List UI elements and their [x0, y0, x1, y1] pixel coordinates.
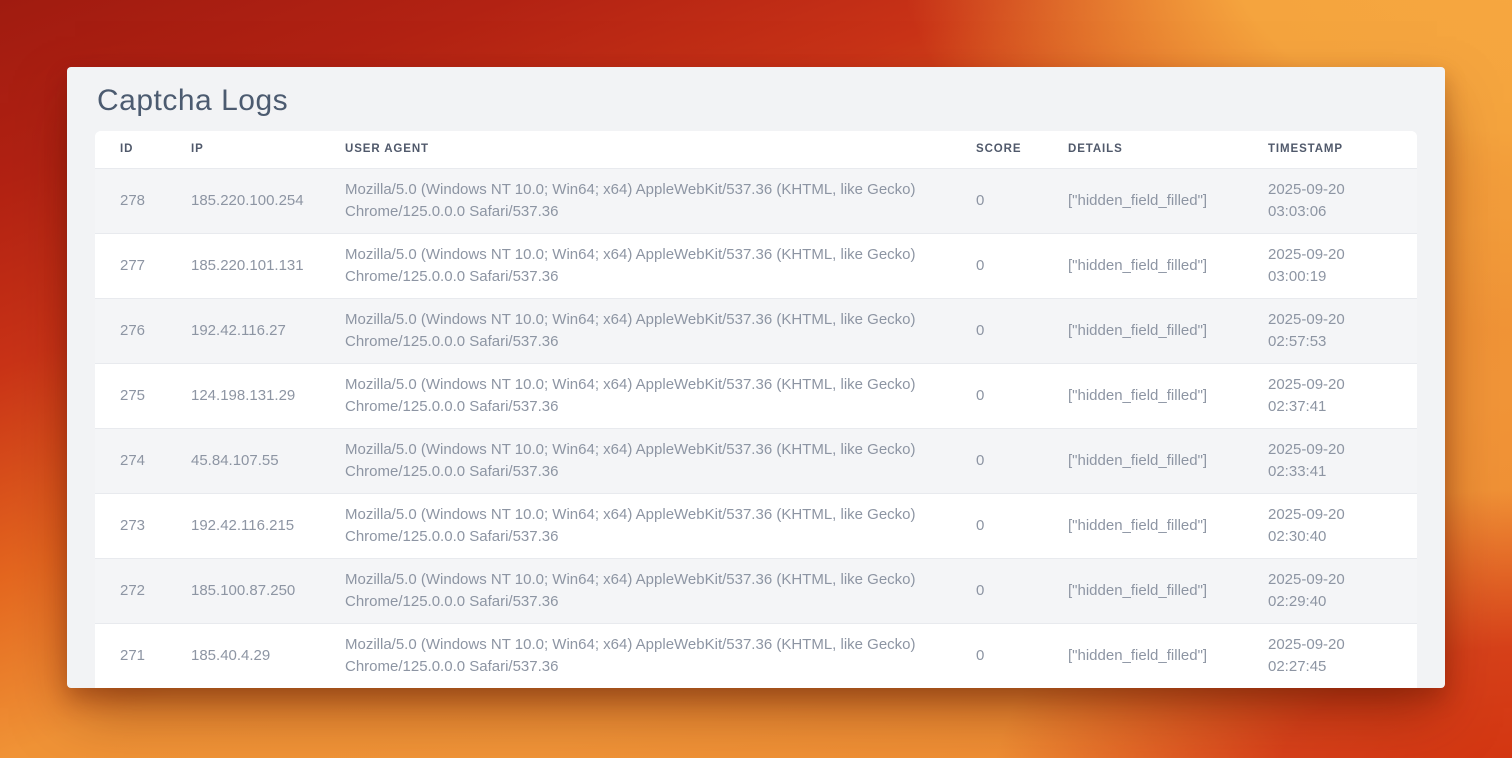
cell-user-agent: Mozilla/5.0 (Windows NT 10.0; Win64; x64…	[320, 233, 951, 298]
cell-score: 0	[951, 363, 1043, 428]
column-header-id: ID	[95, 131, 166, 168]
table-row: 277 185.220.101.131 Mozilla/5.0 (Windows…	[95, 233, 1417, 298]
timestamp-date: 2025-09-20	[1268, 569, 1402, 591]
timestamp-time: 02:30:40	[1268, 526, 1402, 548]
cell-timestamp: 2025-09-20 03:00:19	[1243, 233, 1417, 298]
column-header-ip: IP	[166, 131, 320, 168]
table-header-row: ID IP USER AGENT SCORE DETAILS TIMESTAMP	[95, 131, 1417, 168]
cell-id: 274	[95, 428, 166, 493]
cell-score: 0	[951, 428, 1043, 493]
timestamp-date: 2025-09-20	[1268, 244, 1402, 266]
cell-user-agent: Mozilla/5.0 (Windows NT 10.0; Win64; x64…	[320, 298, 951, 363]
cell-ip: 45.84.107.55	[166, 428, 320, 493]
cell-user-agent: Mozilla/5.0 (Windows NT 10.0; Win64; x64…	[320, 558, 951, 623]
cell-ip: 185.40.4.29	[166, 623, 320, 688]
cell-timestamp: 2025-09-20 02:33:41	[1243, 428, 1417, 493]
captcha-logs-table-container: ID IP USER AGENT SCORE DETAILS TIMESTAMP…	[95, 131, 1417, 688]
column-header-user-agent: USER AGENT	[320, 131, 951, 168]
cell-user-agent: Mozilla/5.0 (Windows NT 10.0; Win64; x64…	[320, 623, 951, 688]
table-row: 275 124.198.131.29 Mozilla/5.0 (Windows …	[95, 363, 1417, 428]
timestamp-date: 2025-09-20	[1268, 374, 1402, 396]
table-header: ID IP USER AGENT SCORE DETAILS TIMESTAMP	[95, 131, 1417, 168]
cell-ip: 185.220.101.131	[166, 233, 320, 298]
timestamp-time: 02:29:40	[1268, 591, 1402, 613]
timestamp-date: 2025-09-20	[1268, 309, 1402, 331]
cell-score: 0	[951, 623, 1043, 688]
table-row: 273 192.42.116.215 Mozilla/5.0 (Windows …	[95, 493, 1417, 558]
table-body: 278 185.220.100.254 Mozilla/5.0 (Windows…	[95, 168, 1417, 688]
cell-timestamp: 2025-09-20 02:29:40	[1243, 558, 1417, 623]
timestamp-time: 02:33:41	[1268, 461, 1402, 483]
timestamp-time: 02:57:53	[1268, 331, 1402, 353]
table-row: 274 45.84.107.55 Mozilla/5.0 (Windows NT…	[95, 428, 1417, 493]
cell-user-agent: Mozilla/5.0 (Windows NT 10.0; Win64; x64…	[320, 493, 951, 558]
timestamp-time: 02:27:45	[1268, 656, 1402, 678]
timestamp-date: 2025-09-20	[1268, 439, 1402, 461]
timestamp-time: 03:00:19	[1268, 266, 1402, 288]
timestamp-time: 02:37:41	[1268, 396, 1402, 418]
column-header-timestamp: TIMESTAMP	[1243, 131, 1417, 168]
timestamp-date: 2025-09-20	[1268, 179, 1402, 201]
cell-user-agent: Mozilla/5.0 (Windows NT 10.0; Win64; x64…	[320, 168, 951, 233]
cell-details: ["hidden_field_filled"]	[1043, 623, 1243, 688]
cell-details: ["hidden_field_filled"]	[1043, 428, 1243, 493]
cell-timestamp: 2025-09-20 02:30:40	[1243, 493, 1417, 558]
cell-ip: 192.42.116.27	[166, 298, 320, 363]
cell-ip: 185.100.87.250	[166, 558, 320, 623]
timestamp-date: 2025-09-20	[1268, 634, 1402, 656]
cell-details: ["hidden_field_filled"]	[1043, 233, 1243, 298]
cell-details: ["hidden_field_filled"]	[1043, 493, 1243, 558]
cell-details: ["hidden_field_filled"]	[1043, 558, 1243, 623]
cell-details: ["hidden_field_filled"]	[1043, 298, 1243, 363]
cell-user-agent: Mozilla/5.0 (Windows NT 10.0; Win64; x64…	[320, 428, 951, 493]
cell-user-agent: Mozilla/5.0 (Windows NT 10.0; Win64; x64…	[320, 363, 951, 428]
table-row: 272 185.100.87.250 Mozilla/5.0 (Windows …	[95, 558, 1417, 623]
cell-ip: 124.198.131.29	[166, 363, 320, 428]
cell-details: ["hidden_field_filled"]	[1043, 363, 1243, 428]
cell-ip: 192.42.116.215	[166, 493, 320, 558]
cell-timestamp: 2025-09-20 03:03:06	[1243, 168, 1417, 233]
cell-id: 275	[95, 363, 166, 428]
background: { "page": { "title": "Captcha Logs" }, "…	[0, 0, 1512, 758]
cell-id: 273	[95, 493, 166, 558]
table-row: 276 192.42.116.27 Mozilla/5.0 (Windows N…	[95, 298, 1417, 363]
cell-score: 0	[951, 298, 1043, 363]
column-header-details: DETAILS	[1043, 131, 1243, 168]
page-title: Captcha Logs	[67, 67, 1445, 131]
cell-timestamp: 2025-09-20 02:37:41	[1243, 363, 1417, 428]
captcha-logs-table: ID IP USER AGENT SCORE DETAILS TIMESTAMP…	[95, 131, 1417, 688]
table-row: 278 185.220.100.254 Mozilla/5.0 (Windows…	[95, 168, 1417, 233]
cell-id: 271	[95, 623, 166, 688]
cell-score: 0	[951, 168, 1043, 233]
cell-ip: 185.220.100.254	[166, 168, 320, 233]
table-row: 271 185.40.4.29 Mozilla/5.0 (Windows NT …	[95, 623, 1417, 688]
cell-id: 278	[95, 168, 166, 233]
cell-score: 0	[951, 493, 1043, 558]
cell-id: 272	[95, 558, 166, 623]
cell-details: ["hidden_field_filled"]	[1043, 168, 1243, 233]
timestamp-time: 03:03:06	[1268, 201, 1402, 223]
captcha-logs-card: Captcha Logs ID IP USER AGENT SCORE DETA…	[67, 67, 1445, 688]
cell-timestamp: 2025-09-20 02:57:53	[1243, 298, 1417, 363]
cell-score: 0	[951, 233, 1043, 298]
cell-timestamp: 2025-09-20 02:27:45	[1243, 623, 1417, 688]
timestamp-date: 2025-09-20	[1268, 504, 1402, 526]
column-header-score: SCORE	[951, 131, 1043, 168]
cell-id: 276	[95, 298, 166, 363]
cell-id: 277	[95, 233, 166, 298]
cell-score: 0	[951, 558, 1043, 623]
